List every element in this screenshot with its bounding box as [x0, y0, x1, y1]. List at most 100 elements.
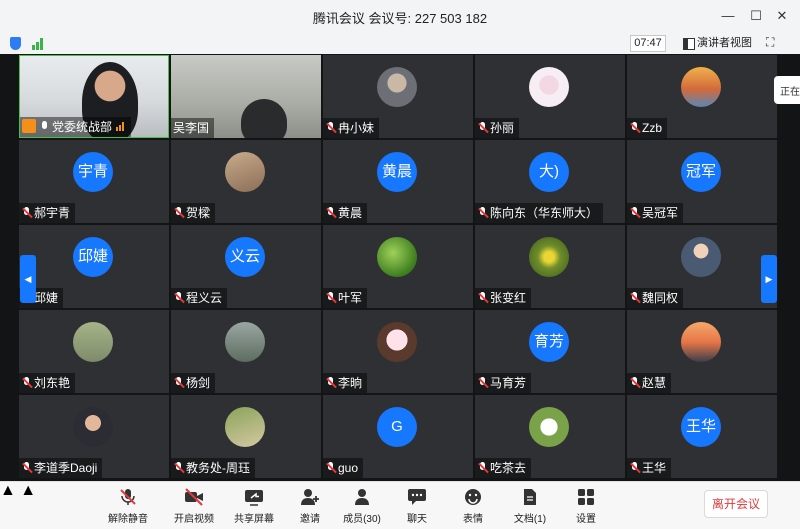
share-screen-label: 共享屏幕 — [234, 514, 274, 525]
leave-meeting-button[interactable]: 离开会议 — [704, 490, 768, 518]
participant-name-bar: 李晌 — [323, 373, 368, 393]
participant-tile[interactable]: 吴李国 — [171, 55, 321, 138]
prev-page-button[interactable]: ◀ — [20, 255, 36, 303]
share-screen-icon — [244, 488, 264, 506]
avatar — [73, 407, 113, 447]
avatar — [529, 407, 569, 447]
minimize-button[interactable]: — — [718, 6, 738, 26]
mic-muted-icon — [629, 207, 640, 218]
signal-icon[interactable] — [32, 38, 46, 50]
reactions-button[interactable]: 表情 — [458, 488, 488, 525]
host-icon — [22, 119, 36, 133]
participant-name: 李道季Daoji — [34, 461, 98, 475]
participant-name-bar: 王华 — [627, 458, 672, 478]
avatar — [225, 322, 265, 362]
mic-muted-icon — [477, 292, 488, 303]
chat-button[interactable]: 聊天 — [402, 488, 432, 525]
participant-tile[interactable]: 贺樑 — [171, 140, 321, 223]
participant-name-bar: 杨剑 — [171, 373, 216, 393]
mic-muted-icon — [629, 122, 640, 133]
participant-tile[interactable]: 刘东艳 — [19, 310, 169, 393]
participant-name-bar: 赵慧 — [627, 373, 672, 393]
audio-level-icon — [116, 122, 126, 131]
camera-off-icon — [184, 488, 204, 506]
participant-tile[interactable]: 大) 陈向东（华东师大） — [475, 140, 625, 223]
participant-tile[interactable]: 义云 程义云 — [171, 225, 321, 308]
fullscreen-icon[interactable]: ⛶ — [766, 35, 780, 49]
mic-muted-icon — [477, 207, 488, 218]
maximize-button[interactable]: ☐ — [746, 6, 766, 26]
avatar — [681, 67, 721, 107]
video-options-caret[interactable]: ▲ — [20, 482, 36, 499]
avatar: 黄晨 — [377, 152, 417, 192]
reactions-label: 表情 — [463, 514, 483, 525]
docs-button[interactable]: 文档(1) — [510, 488, 550, 525]
meeting-window: 腾讯会议 会议号: 227 503 182 — ☐ ✕ 07:47 演讲者视图 … — [0, 0, 800, 529]
participant-tile[interactable]: 冠军 吴冠军 — [627, 140, 777, 223]
mic-muted-icon — [325, 377, 336, 388]
participant-tile[interactable]: 冉小妹 — [323, 55, 473, 138]
participant-name-bar: 孙丽 — [475, 118, 520, 138]
participant-name: 陈向东（华东师大） — [490, 206, 599, 220]
participant-name: 吃茶去 — [490, 461, 527, 475]
participant-tile[interactable]: 宇青 郝宇青 — [19, 140, 169, 223]
avatar — [225, 152, 265, 192]
shield-icon[interactable] — [10, 37, 21, 50]
mic-muted-icon — [21, 207, 32, 218]
mic-muted-icon — [173, 377, 184, 388]
participant-name: 魏同权 — [642, 291, 679, 305]
participant-tile[interactable]: 李道季Daoji — [19, 395, 169, 478]
video-feed — [241, 99, 287, 138]
members-button[interactable]: 成员(30) — [342, 488, 382, 525]
invite-button[interactable]: 邀请 — [294, 488, 326, 525]
window-title: 腾讯会议 会议号: 227 503 182 — [312, 11, 488, 26]
participant-name-bar: 黄晨 — [323, 203, 368, 223]
next-page-button[interactable]: ▶ — [761, 255, 777, 303]
share-screen-button[interactable]: 共享屏幕 — [234, 488, 274, 525]
avatar — [529, 237, 569, 277]
participant-name-bar: Zzb — [627, 118, 668, 138]
smiley-icon — [463, 488, 483, 506]
chat-label: 聊天 — [407, 514, 427, 525]
unmute-label: 解除静音 — [108, 514, 148, 525]
mic-muted-icon — [325, 462, 336, 473]
participant-tile[interactable]: 张变红 — [475, 225, 625, 308]
avatar — [73, 322, 113, 362]
unmute-button[interactable]: 解除静音 — [106, 488, 150, 525]
invite-label: 邀请 — [300, 514, 320, 525]
participant-name: 赵慧 — [642, 376, 667, 390]
settings-icon — [576, 488, 596, 506]
close-button[interactable]: ✕ — [772, 6, 792, 26]
participant-tile[interactable]: 杨剑 — [171, 310, 321, 393]
participant-tile[interactable]: 叶军 — [323, 225, 473, 308]
participant-tile[interactable]: 王华 王华 — [627, 395, 777, 478]
participant-tile[interactable]: 教务处-周珏 — [171, 395, 321, 478]
video-button[interactable]: 开启视频 — [172, 488, 216, 525]
participant-tile[interactable]: 李晌 — [323, 310, 473, 393]
participant-tile[interactable]: 邱婕 邱婕 — [19, 225, 169, 308]
participant-tile[interactable]: 孙丽 — [475, 55, 625, 138]
participant-name-bar: 叶军 — [323, 288, 368, 308]
participant-tile[interactable]: 魏同权 — [627, 225, 777, 308]
participant-name: 马育芳 — [490, 376, 527, 390]
participant-tile[interactable]: 吃茶去 — [475, 395, 625, 478]
audio-options-caret[interactable]: ▲ — [0, 482, 16, 499]
speaker-view-button[interactable]: 演讲者视图 — [681, 35, 752, 52]
participant-tile[interactable]: Zzb — [627, 55, 777, 138]
participant-tile[interactable]: 赵慧 — [627, 310, 777, 393]
participant-name: Zzb — [642, 121, 663, 135]
participant-tile[interactable]: 黄晨 黄晨 — [323, 140, 473, 223]
avatar — [225, 407, 265, 447]
participant-name-bar: 陈向东（华东师大） — [475, 203, 604, 223]
participant-tile[interactable]: 党委统战部 — [19, 55, 169, 138]
participant-name: 吴冠军 — [642, 206, 679, 220]
participant-name: 黄晨 — [338, 206, 363, 220]
avatar — [681, 237, 721, 277]
participant-tile[interactable]: 育芳 马育芳 — [475, 310, 625, 393]
mic-muted-icon — [325, 207, 336, 218]
participant-tile[interactable]: Gguo — [323, 395, 473, 478]
docs-label: 文档(1) — [513, 514, 547, 525]
participant-name-bar: 李道季Daoji — [19, 458, 103, 478]
invite-icon — [300, 488, 320, 506]
settings-button[interactable]: 设置 — [572, 488, 600, 525]
